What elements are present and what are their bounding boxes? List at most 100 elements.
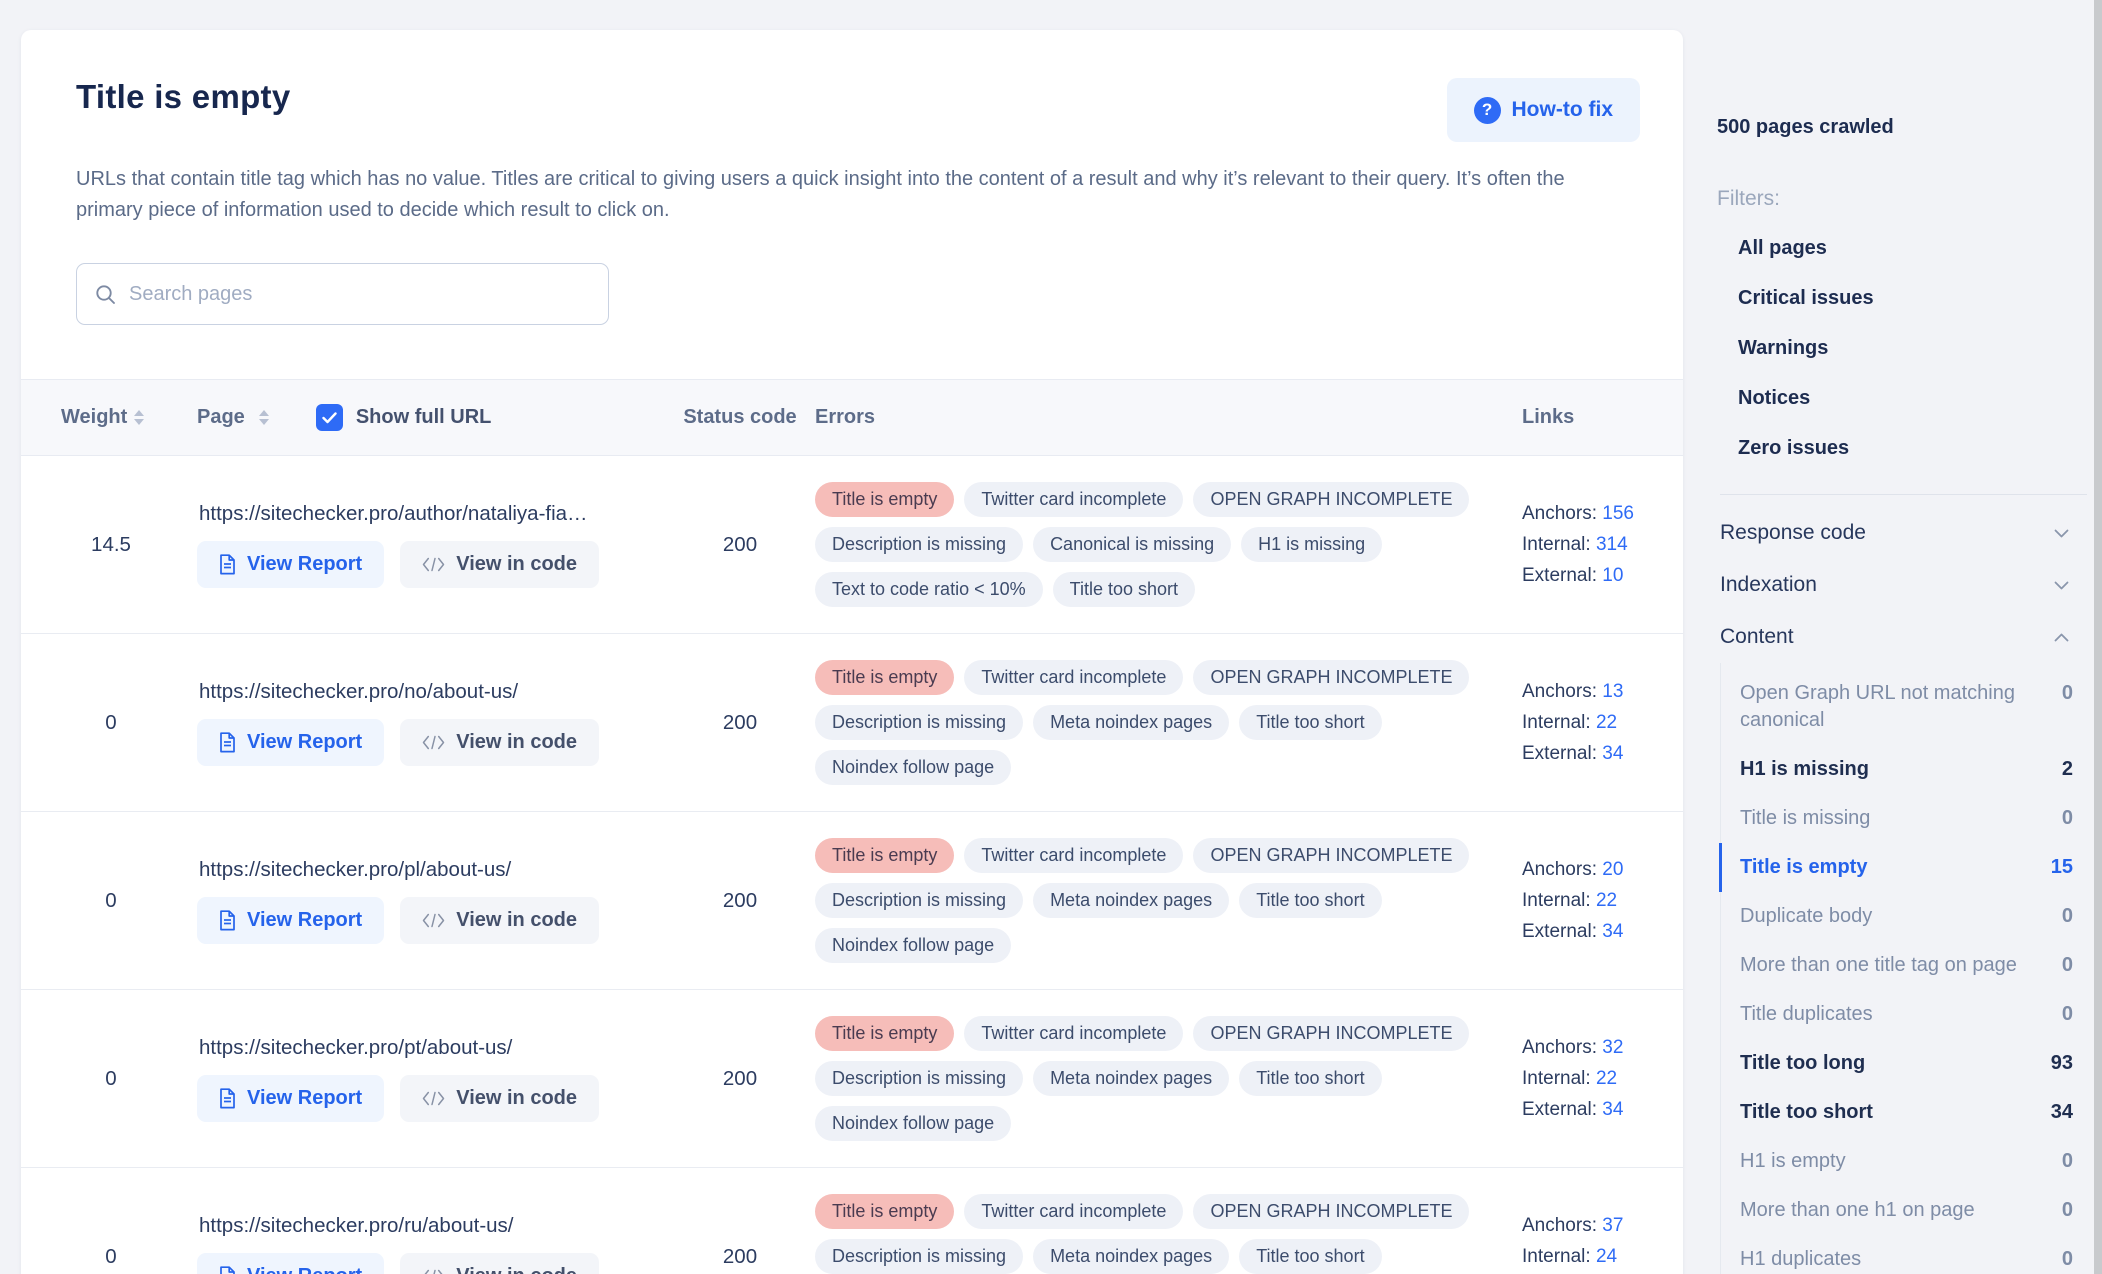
filter-item[interactable]: Critical issues — [1738, 287, 2087, 337]
code-icon — [422, 1269, 445, 1274]
error-badge: Description is missing — [815, 705, 1023, 740]
sidebar-section-label: Content — [1720, 625, 1794, 649]
content-issue-count: 0 — [2062, 952, 2073, 979]
error-badge: OPEN GRAPH INCOMPLETE — [1193, 660, 1469, 695]
column-header-page: Page Show full URL — [197, 404, 665, 431]
sidebar-section[interactable]: Response code — [1720, 507, 2087, 559]
filter-item[interactable]: Zero issues — [1738, 437, 2087, 487]
content-issue-item[interactable]: More than one title tag on page 0 — [1721, 941, 2087, 990]
external-count[interactable]: 34 — [1602, 921, 1623, 942]
view-report-button[interactable]: View Report — [197, 897, 384, 944]
view-report-label: View Report — [247, 553, 362, 576]
sidebar-section[interactable]: Indexation — [1720, 559, 2087, 611]
view-report-label: View Report — [247, 1087, 362, 1110]
links-cell: Anchors: 32 Internal: 22 External: 34 — [1522, 1032, 1683, 1125]
table-body: 14.5 https://sitechecker.pro/author/nata… — [21, 456, 1683, 1274]
sort-icon[interactable] — [259, 410, 269, 425]
anchors-count[interactable]: 37 — [1602, 1215, 1623, 1236]
show-full-url-toggle[interactable]: Show full URL — [316, 404, 492, 431]
view-report-button[interactable]: View Report — [197, 1253, 384, 1274]
error-badge: Title is empty — [815, 482, 954, 517]
page-header-label[interactable]: Page — [197, 406, 245, 429]
anchors-line: Anchors: 20 — [1522, 854, 1683, 885]
content-issue-item[interactable]: H1 is missing 2 — [1721, 745, 2087, 794]
question-circle-icon: ? — [1474, 97, 1501, 124]
view-in-code-label: View in code — [456, 909, 577, 932]
external-line: External: 34 — [1522, 1094, 1683, 1125]
error-badge: Twitter card incomplete — [964, 482, 1183, 517]
content-issue-count: 0 — [2062, 805, 2073, 832]
sort-icon[interactable] — [134, 410, 144, 425]
content-issue-item[interactable]: More than one h1 on page 0 — [1721, 1186, 2087, 1235]
content-issue-item[interactable]: H1 is empty 0 — [1721, 1137, 2087, 1186]
page-url[interactable]: https://sitechecker.pro/pl/about-us/ — [199, 858, 639, 882]
anchors-count[interactable]: 13 — [1602, 681, 1623, 702]
page-url[interactable]: https://sitechecker.pro/pt/about-us/ — [199, 1036, 639, 1060]
external-count[interactable]: 34 — [1602, 743, 1623, 764]
search-icon — [95, 284, 116, 305]
internal-line: Internal: 24 — [1522, 1241, 1683, 1272]
sidebar-sections: Response code Indexation Content Open Gr… — [1717, 507, 2087, 1274]
view-report-button[interactable]: View Report — [197, 541, 384, 588]
error-badge: Description is missing — [815, 1061, 1023, 1096]
page-url[interactable]: https://sitechecker.pro/author/nataliya-… — [199, 502, 639, 526]
content-issue-item[interactable]: Title is missing 0 — [1721, 794, 2087, 843]
filters-label: Filters: — [1717, 187, 2087, 211]
content-issue-item[interactable]: Open Graph URL not matching canonical 0 — [1721, 669, 2087, 745]
page-url[interactable]: https://sitechecker.pro/ru/about-us/ — [199, 1214, 639, 1238]
weight-value: 0 — [61, 711, 197, 735]
filter-item[interactable]: Warnings — [1738, 337, 2087, 387]
content-issue-count: 15 — [2051, 854, 2073, 881]
sidebar-section-label: Response code — [1720, 521, 1866, 545]
content-issue-item[interactable]: Title is empty 15 — [1719, 843, 2087, 892]
internal-count[interactable]: 314 — [1596, 534, 1628, 555]
internal-count[interactable]: 22 — [1596, 1068, 1617, 1089]
weight-value: 0 — [61, 1245, 197, 1269]
error-badge: OPEN GRAPH INCOMPLETE — [1193, 482, 1469, 517]
search-input[interactable] — [129, 283, 590, 306]
error-badge: Title is empty — [815, 660, 954, 695]
error-badge: H1 is missing — [1241, 527, 1382, 562]
internal-count[interactable]: 24 — [1596, 1246, 1617, 1267]
internal-line: Internal: 314 — [1522, 529, 1683, 560]
column-header-links: Links — [1522, 406, 1683, 429]
show-full-url-label: Show full URL — [356, 406, 492, 429]
page-scrollbar[interactable] — [2094, 0, 2102, 1274]
view-in-code-button[interactable]: View in code — [400, 1253, 599, 1274]
internal-count[interactable]: 22 — [1596, 712, 1617, 733]
checkbox-checked-icon[interactable] — [316, 404, 343, 431]
page-url[interactable]: https://sitechecker.pro/no/about-us/ — [199, 680, 639, 704]
content-issue-count: 0 — [2062, 903, 2073, 930]
view-in-code-button[interactable]: View in code — [400, 541, 599, 588]
view-in-code-button[interactable]: View in code — [400, 1075, 599, 1122]
view-report-button[interactable]: View Report — [197, 1075, 384, 1122]
content-issue-label: More than one h1 on page — [1740, 1197, 1975, 1224]
view-in-code-button[interactable]: View in code — [400, 719, 599, 766]
view-in-code-button[interactable]: View in code — [400, 897, 599, 944]
anchors-line: Anchors: 156 — [1522, 498, 1683, 529]
content-issue-item[interactable]: Title too short 34 — [1721, 1088, 2087, 1137]
external-count[interactable]: 34 — [1602, 1099, 1623, 1120]
anchors-count[interactable]: 156 — [1602, 503, 1634, 524]
column-header-weight[interactable]: Weight — [61, 406, 197, 429]
anchors-count[interactable]: 20 — [1602, 859, 1623, 880]
error-badge: Noindex follow page — [815, 1106, 1011, 1141]
content-issue-count: 0 — [2062, 1001, 2073, 1028]
error-badge: Text to code ratio < 10% — [815, 572, 1043, 607]
anchors-count[interactable]: 32 — [1602, 1037, 1623, 1058]
external-count[interactable]: 10 — [1602, 565, 1623, 586]
content-issue-count: 93 — [2051, 1050, 2073, 1077]
content-issue-item[interactable]: Duplicate body 0 — [1721, 892, 2087, 941]
sidebar-section[interactable]: Content — [1720, 611, 2087, 663]
content-issue-item[interactable]: H1 duplicates 0 — [1721, 1235, 2087, 1274]
error-badge: OPEN GRAPH INCOMPLETE — [1193, 1194, 1469, 1229]
content-issue-item[interactable]: Title too long 93 — [1721, 1039, 2087, 1088]
filter-item[interactable]: All pages — [1738, 237, 2087, 287]
content-issue-item[interactable]: Title duplicates 0 — [1721, 990, 2087, 1039]
how-to-fix-button[interactable]: ? How-to fix — [1447, 78, 1640, 142]
view-report-button[interactable]: View Report — [197, 719, 384, 766]
table-row: 14.5 https://sitechecker.pro/author/nata… — [21, 456, 1683, 634]
internal-count[interactable]: 22 — [1596, 890, 1617, 911]
filter-item[interactable]: Notices — [1738, 387, 2087, 437]
sidebar-divider — [1720, 494, 2087, 495]
